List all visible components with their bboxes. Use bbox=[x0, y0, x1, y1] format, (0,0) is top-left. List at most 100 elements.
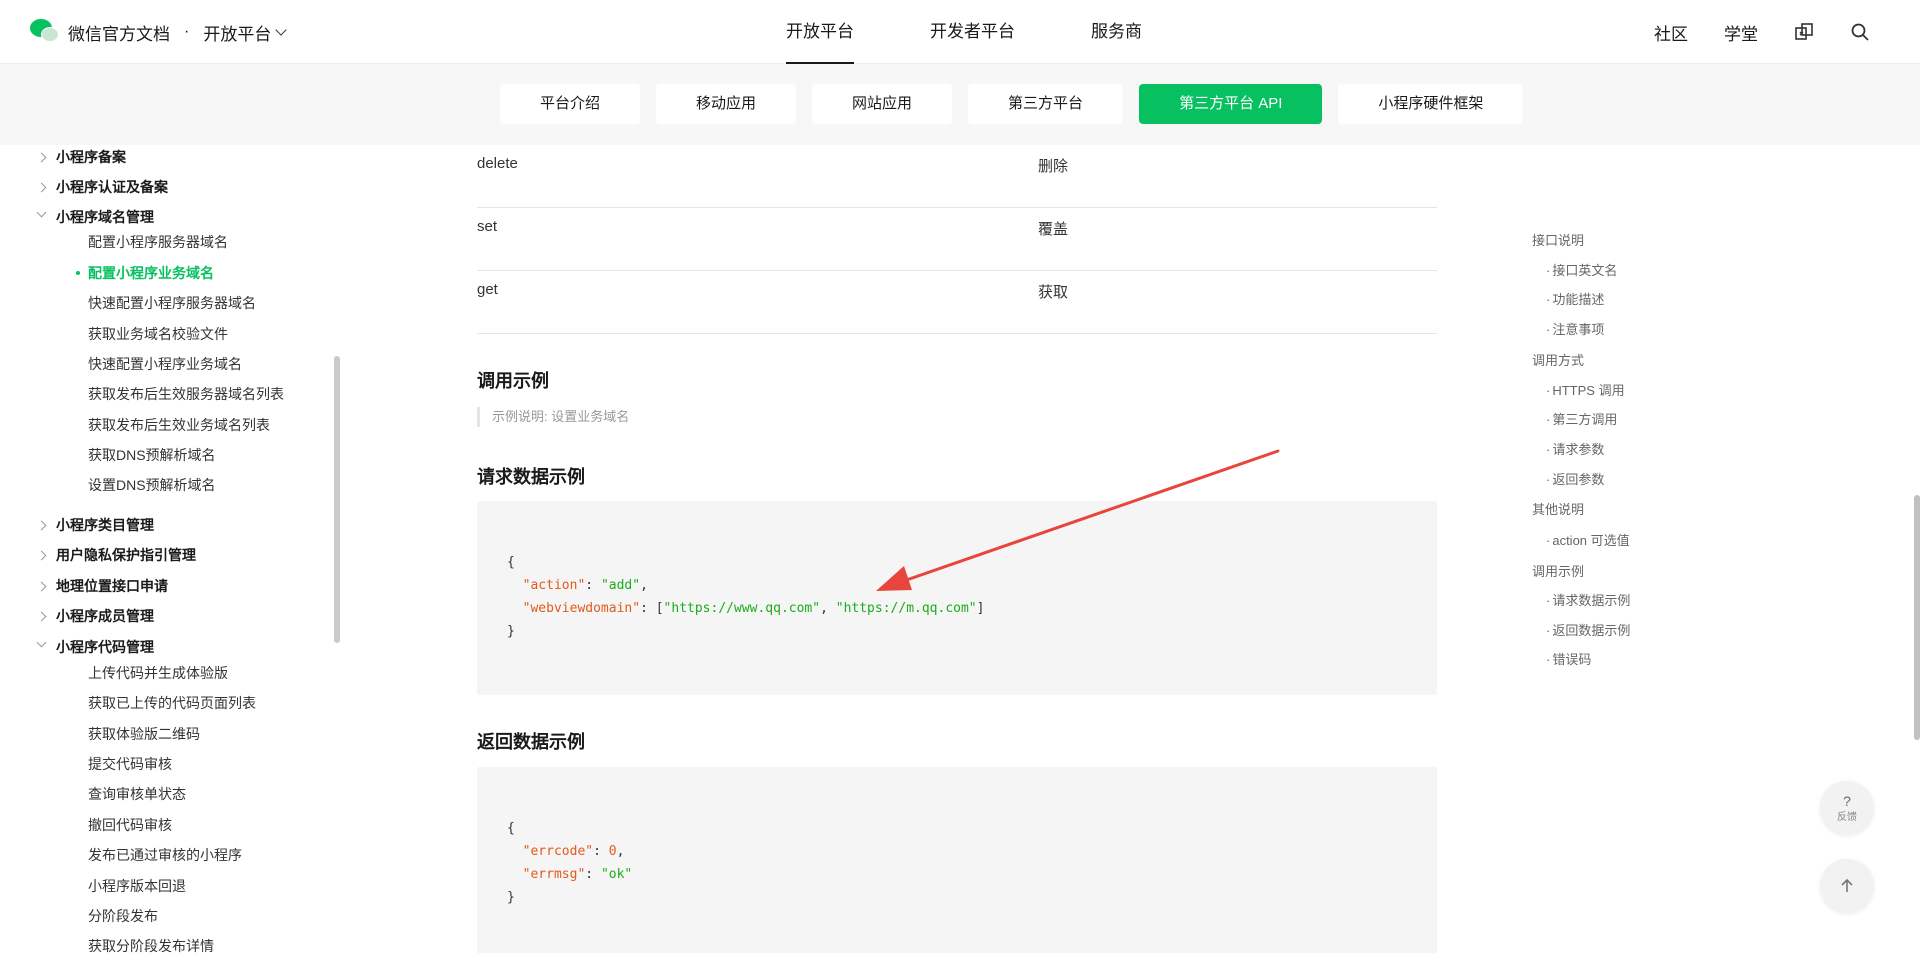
sidebar-item[interactable]: 获取已上传的代码页面列表 bbox=[88, 693, 256, 713]
code-line: } bbox=[507, 624, 515, 639]
action-value: get bbox=[477, 281, 498, 298]
sidebar-item[interactable]: 发布已通过审核的小程序 bbox=[88, 845, 242, 865]
sidebar-group-label: 小程序代码管理 bbox=[56, 639, 154, 655]
sidebar-item[interactable]: 快速配置小程序服务器域名 bbox=[88, 293, 256, 313]
sidebar-item-active[interactable]: 配置小程序业务域名 bbox=[76, 263, 214, 283]
sidebar-item[interactable]: 提交代码审核 bbox=[88, 754, 172, 774]
table-row: set 覆盖 bbox=[477, 208, 1437, 271]
sidebar-group-certification[interactable]: 小程序认证及备案 bbox=[36, 177, 168, 197]
sidebar-scrollbar[interactable] bbox=[334, 356, 340, 643]
toc-subitem[interactable]: 请求参数 bbox=[1546, 439, 1604, 458]
action-description: 删除 bbox=[1038, 158, 1069, 175]
code-line: "webviewdomain": ["https://www.qq.com", … bbox=[522, 601, 985, 616]
sidebar-item[interactable]: 获取发布后生效服务器域名列表 bbox=[88, 384, 284, 404]
top-header: 微信官方文档 · 开放平台 开放平台 开发者平台 服务商 社区 学堂 bbox=[0, 0, 1920, 64]
chevron-right-icon bbox=[36, 550, 47, 560]
sub-nav: 平台介绍 移动应用 网站应用 第三方平台 第三方平台 API 小程序硬件框架 bbox=[500, 84, 1524, 124]
toc-subitem[interactable]: action 可选值 bbox=[1546, 530, 1629, 549]
search-icon[interactable] bbox=[1850, 22, 1870, 42]
action-description: 获取 bbox=[1038, 284, 1069, 301]
sidebar-group-label: 小程序域名管理 bbox=[56, 209, 154, 225]
code-line: { bbox=[507, 821, 515, 836]
top-nav: 开放平台 开发者平台 服务商 bbox=[786, 0, 1142, 64]
sidebar-group-label: 小程序认证及备案 bbox=[56, 179, 168, 195]
sidebar-item[interactable]: 获取分阶段发布详情 bbox=[88, 936, 214, 953]
sidebar-item[interactable]: 上传代码并生成体验版 bbox=[88, 663, 228, 683]
sidebar-group-location[interactable]: 地理位置接口申请 bbox=[36, 576, 168, 596]
section-title-examples: 调用示例 bbox=[477, 371, 549, 391]
sidebar-group-label: 小程序备案 bbox=[56, 149, 126, 165]
sidebar-item[interactable]: 撤回代码审核 bbox=[88, 815, 172, 835]
chevron-right-icon bbox=[36, 520, 47, 530]
sidebar-group-label: 用户隐私保护指引管理 bbox=[56, 547, 196, 563]
academy-link[interactable]: 学堂 bbox=[1724, 20, 1758, 45]
brand[interactable]: 微信官方文档 · 开放平台 bbox=[30, 19, 287, 45]
toc-subitem[interactable]: 错误码 bbox=[1546, 649, 1591, 668]
subnav-third-party-api[interactable]: 第三方平台 API bbox=[1139, 84, 1323, 124]
back-to-top-button[interactable] bbox=[1820, 859, 1874, 913]
toc-subitem[interactable]: 接口英文名 bbox=[1546, 260, 1617, 279]
sidebar-group-category[interactable]: 小程序类目管理 bbox=[36, 515, 154, 535]
action-value: delete bbox=[477, 155, 518, 172]
code-line: } bbox=[507, 890, 515, 905]
sidebar-group-members[interactable]: 小程序成员管理 bbox=[36, 606, 154, 626]
sidebar-group-domain[interactable]: 小程序域名管理 bbox=[36, 207, 154, 227]
subnav-platform-intro[interactable]: 平台介绍 bbox=[500, 84, 641, 124]
subnav-third-party[interactable]: 第三方平台 bbox=[968, 84, 1124, 124]
table-row: delete 删除 bbox=[477, 145, 1437, 208]
sidebar-item[interactable]: 分阶段发布 bbox=[88, 906, 158, 926]
code-line: "errcode": 0, bbox=[522, 844, 625, 859]
sidebar-item[interactable]: 设置DNS预解析域名 bbox=[88, 475, 216, 495]
sidebar-item[interactable]: 获取DNS预解析域名 bbox=[88, 445, 216, 465]
request-example-title: 请求数据示例 bbox=[477, 467, 585, 487]
action-description: 覆盖 bbox=[1038, 221, 1069, 238]
sub-nav-bar: 平台介绍 移动应用 网站应用 第三方平台 第三方平台 API 小程序硬件框架 bbox=[0, 64, 1920, 145]
subnav-hardware-framework[interactable]: 小程序硬件框架 bbox=[1338, 84, 1524, 124]
toc-item[interactable]: 调用示例 bbox=[1532, 561, 1584, 580]
sidebar-item[interactable]: 配置小程序服务器域名 bbox=[88, 232, 228, 252]
code-line: "errmsg": "ok" bbox=[522, 867, 633, 882]
sidebar-item[interactable]: 获取体验版二维码 bbox=[88, 724, 200, 744]
code-line: { bbox=[507, 555, 515, 570]
chevron-right-icon bbox=[36, 581, 47, 591]
sidebar-group-privacy[interactable]: 用户隐私保护指引管理 bbox=[36, 545, 196, 565]
sidebar-item[interactable]: 小程序版本回退 bbox=[88, 876, 186, 896]
topnav-service-provider[interactable]: 服务商 bbox=[1091, 0, 1142, 64]
example-note: 示例说明: 设置业务域名 bbox=[477, 407, 629, 427]
subnav-mobile-app[interactable]: 移动应用 bbox=[656, 84, 797, 124]
sidebar-group-label: 小程序成员管理 bbox=[56, 608, 154, 624]
sidebar-group-label: 小程序类目管理 bbox=[56, 517, 154, 533]
community-link[interactable]: 社区 bbox=[1654, 20, 1688, 45]
sidebar-item[interactable]: 获取业务域名校验文件 bbox=[88, 324, 228, 344]
toc-subitem[interactable]: 第三方调用 bbox=[1546, 409, 1617, 428]
subnav-website-app[interactable]: 网站应用 bbox=[812, 84, 953, 124]
brand-separator: · bbox=[184, 23, 190, 40]
toc-item[interactable]: 其他说明 bbox=[1532, 499, 1584, 518]
sidebar-group-code[interactable]: 小程序代码管理 bbox=[36, 637, 154, 657]
feedback-button[interactable]: ? 反馈 bbox=[1820, 781, 1874, 835]
top-right-links: 社区 学堂 bbox=[1654, 0, 1870, 64]
sidebar-item[interactable]: 快速配置小程序业务域名 bbox=[88, 354, 242, 374]
page-scrollbar[interactable] bbox=[1914, 495, 1920, 740]
action-value: set bbox=[477, 218, 498, 235]
compare-icon[interactable] bbox=[1794, 22, 1814, 42]
sidebar-item[interactable]: 获取发布后生效业务域名列表 bbox=[88, 415, 270, 435]
toc-subitem[interactable]: 返回数据示例 bbox=[1546, 620, 1630, 639]
toc-item[interactable]: 调用方式 bbox=[1532, 350, 1584, 369]
sidebar-item[interactable]: 查询审核单状态 bbox=[88, 784, 186, 804]
toc-subitem[interactable]: 功能描述 bbox=[1546, 289, 1604, 308]
chevron-down-icon bbox=[36, 207, 47, 218]
request-code-block: { "action": "add", "webviewdomain": ["ht… bbox=[477, 501, 1437, 695]
topnav-developer-platform[interactable]: 开发者平台 bbox=[930, 0, 1015, 64]
code-line: "action": "add", bbox=[522, 578, 648, 593]
toc-subitem[interactable]: 请求数据示例 bbox=[1546, 590, 1630, 609]
feedback-label: 反馈 bbox=[1837, 811, 1857, 823]
sidebar-group-beian[interactable]: 小程序备案 bbox=[36, 147, 126, 167]
toc-subitem[interactable]: 返回参数 bbox=[1546, 469, 1604, 488]
toc-subitem[interactable]: HTTPS 调用 bbox=[1546, 380, 1624, 399]
toc-subitem[interactable]: 注意事项 bbox=[1546, 319, 1604, 338]
chevron-down-icon bbox=[275, 24, 287, 36]
platform-switcher[interactable]: 开放平台 bbox=[203, 20, 287, 45]
toc-item[interactable]: 接口说明 bbox=[1532, 230, 1584, 249]
topnav-open-platform[interactable]: 开放平台 bbox=[786, 0, 854, 64]
